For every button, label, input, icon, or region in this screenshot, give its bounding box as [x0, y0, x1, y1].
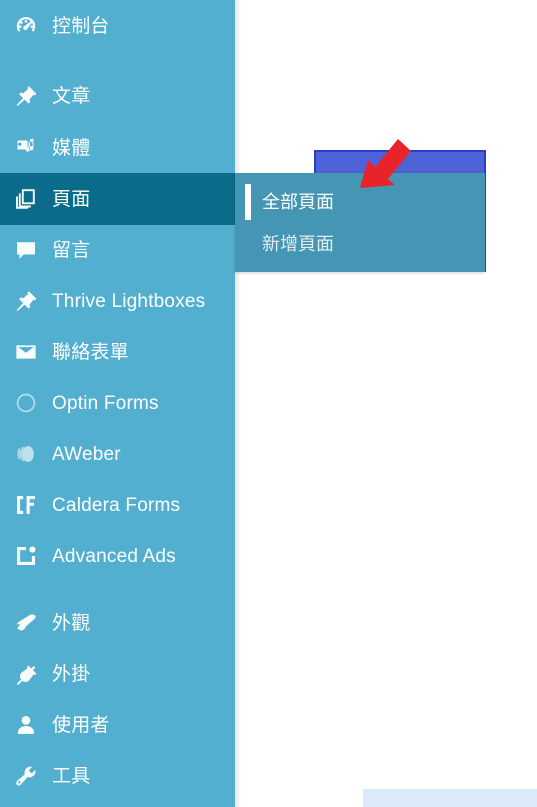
sidebar-item-label: Thrive Lightboxes [52, 290, 206, 312]
sidebar-item-label: 文章 [52, 85, 91, 107]
wrench-icon [0, 750, 52, 802]
pin-icon [0, 70, 52, 122]
sidebar-item-comments[interactable]: 留言 [0, 224, 235, 276]
sidebar-item-optin-forms[interactable]: Optin Forms [0, 377, 235, 429]
sidebar-item-plugins[interactable]: 外掛 [0, 648, 235, 700]
sidebar-item-label: Optin Forms [52, 392, 159, 414]
envelope-icon [0, 326, 52, 378]
sidebar-item-media[interactable]: 媒體 [0, 122, 235, 174]
sidebar-item-tools[interactable]: 工具 [0, 750, 235, 802]
sidebar-item-label: 留言 [52, 239, 91, 261]
sidebar-item-advanced-ads[interactable]: Advanced Ads [0, 530, 235, 582]
circle-icon [0, 377, 52, 429]
comment-icon [0, 224, 52, 276]
pages-icon [0, 173, 52, 225]
sidebar-item-dashboard[interactable]: 控制台 [0, 0, 235, 52]
sidebar-item-label: AWeber [52, 443, 121, 465]
admin-sidebar: 控制台文章媒體頁面留言 Thrive Lightboxes 聯絡表單 Optin Fo… [0, 0, 235, 807]
sidebar-item-posts[interactable]: 文章 [0, 70, 235, 122]
sidebar-item-contact-form[interactable]: 聯絡表單 [0, 326, 235, 378]
sidebar-item-label: 使用者 [52, 714, 110, 736]
flyout-item-add-new-page[interactable]: 新增頁面 [235, 223, 485, 265]
sidebar-item-label: 控制台 [52, 15, 110, 37]
sidebar-item-caldera-forms[interactable]: Caldera Forms [0, 479, 235, 531]
aweber-icon [0, 428, 52, 480]
sidebar-item-label: Advanced Ads [52, 545, 176, 567]
sidebar-item-label: 媒體 [52, 137, 91, 159]
screen-root: 控制台文章媒體頁面留言 Thrive Lightboxes 聯絡表單 Optin Fo… [0, 0, 537, 807]
user-icon [0, 699, 52, 751]
advanced-ads-icon [0, 530, 52, 582]
sidebar-item-label: 聯絡表單 [52, 341, 129, 363]
content-area [235, 0, 537, 807]
sidebar-item-aweber[interactable]: AWeber [0, 428, 235, 480]
dashboard-icon [0, 0, 52, 52]
sidebar-item-pages[interactable]: 頁面 [0, 173, 235, 225]
flyout-item-label: 全部頁面 [262, 192, 334, 212]
sidebar-item-appearance[interactable]: 外觀 [0, 597, 235, 649]
sidebar-item-label: Caldera Forms [52, 494, 181, 516]
bottom-light-panel [363, 789, 537, 807]
plugin-icon [0, 648, 52, 700]
sidebar-item-thrive-lightboxes[interactable]: Thrive Lightboxes [0, 275, 235, 327]
sidebar-item-label: 外掛 [52, 663, 91, 685]
sidebar-item-label: 頁面 [52, 188, 91, 210]
pages-flyout-submenu: 全部頁面 新增頁面 [235, 173, 485, 272]
flyout-item-label: 新增頁面 [262, 234, 334, 254]
flyout-item-all-pages[interactable]: 全部頁面 [235, 181, 485, 223]
sidebar-item-users[interactable]: 使用者 [0, 699, 235, 751]
sidebar-item-label: 外觀 [52, 612, 91, 634]
pin-icon [0, 275, 52, 327]
caldera-icon [0, 479, 52, 531]
media-icon [0, 122, 52, 174]
brush-icon [0, 597, 52, 649]
current-item-indicator [245, 184, 251, 220]
sidebar-item-label: 工具 [52, 765, 91, 787]
